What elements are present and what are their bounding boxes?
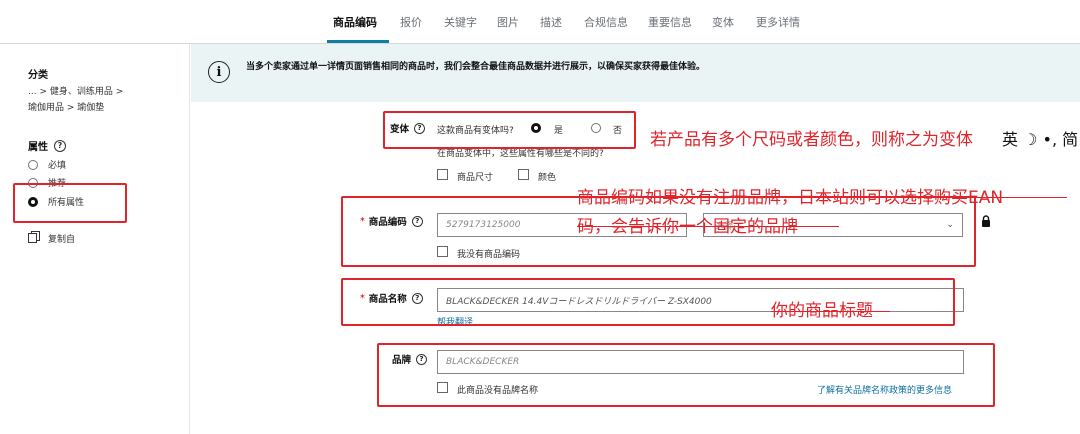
top-tabs: 商品编码 报价 关键字 图片 描述 合规信息 重要信息 变体 更多详情 (0, 0, 1080, 44)
variation-size-label: 商品尺寸 (457, 173, 494, 183)
annotation-strike-line (577, 226, 839, 227)
info-banner: i 当多个卖家通过单一详情页面销售相同的商品时，我们会整合最佳商品数据并进行展示… (191, 44, 1080, 102)
category-path-line-1[interactable]: ... > 健身、训练用品 > (28, 84, 123, 97)
attributes-title: 属性 (28, 142, 48, 153)
annotation-strike-line (771, 311, 890, 312)
banner-message: 当多个卖家通过单一详情页面销售相同的商品时，我们会整合最佳商品数据并进行展示，以… (246, 62, 706, 72)
tab-description[interactable]: 描述 (540, 14, 562, 30)
info-icon: i (208, 61, 230, 83)
all-attributes-highlight-box (13, 183, 127, 223)
attributes-heading: 属性 ? (28, 138, 66, 153)
tab-variations[interactable]: 变体 (712, 14, 734, 30)
ime-indicator: 英 ☽ •, 简 (1002, 130, 1079, 149)
variation-size-checkbox[interactable] (437, 169, 448, 180)
variation-color-label: 颜色 (538, 173, 557, 183)
tab-images[interactable]: 图片 (497, 14, 519, 30)
tab-product-id[interactable]: 商品编码 (333, 14, 377, 30)
product-id-annotation-line-2: 码，会告诉你一个固定的品牌 (577, 217, 798, 237)
tab-compliance[interactable]: 合规信息 (584, 14, 628, 30)
lock-icon (982, 215, 990, 227)
sidebar: 分类 ... > 健身、训练用品 > 瑜伽用品 > 瑜伽垫 属性 ? 必填 推荐… (0, 44, 190, 434)
copy-icon[interactable] (28, 231, 40, 243)
copy-from-label[interactable]: 复制自 (48, 232, 75, 245)
filter-required[interactable]: 必填 (28, 158, 66, 171)
help-icon[interactable]: ? (54, 139, 66, 152)
category-path-line-2[interactable]: 瑜伽用品 > 瑜伽垫 (28, 100, 104, 113)
category-title: 分类 (28, 70, 48, 81)
tab-offer[interactable]: 报价 (400, 14, 422, 30)
tab-keywords[interactable]: 关键字 (444, 14, 477, 30)
product-id-annotation-line-1: 商品编码如果没有注册品牌，日本站则可以选择购买EAN (577, 188, 1004, 208)
product-name-annotation: 你的商品标题 (771, 301, 873, 321)
filter-required-label: 必填 (48, 161, 67, 171)
tab-important-info[interactable]: 重要信息 (648, 14, 692, 30)
variation-highlight-box (383, 111, 636, 149)
variation-color-checkbox[interactable] (518, 169, 529, 180)
annotation-strike-line (577, 197, 1067, 198)
active-tab-indicator (327, 40, 389, 43)
tab-more-details[interactable]: 更多详情 (756, 14, 800, 30)
variation-annotation: 若产品有多个尺码或者颜色，则称之为变体 (650, 130, 973, 150)
brand-highlight-box (377, 343, 995, 407)
radio-icon[interactable] (28, 159, 38, 170)
